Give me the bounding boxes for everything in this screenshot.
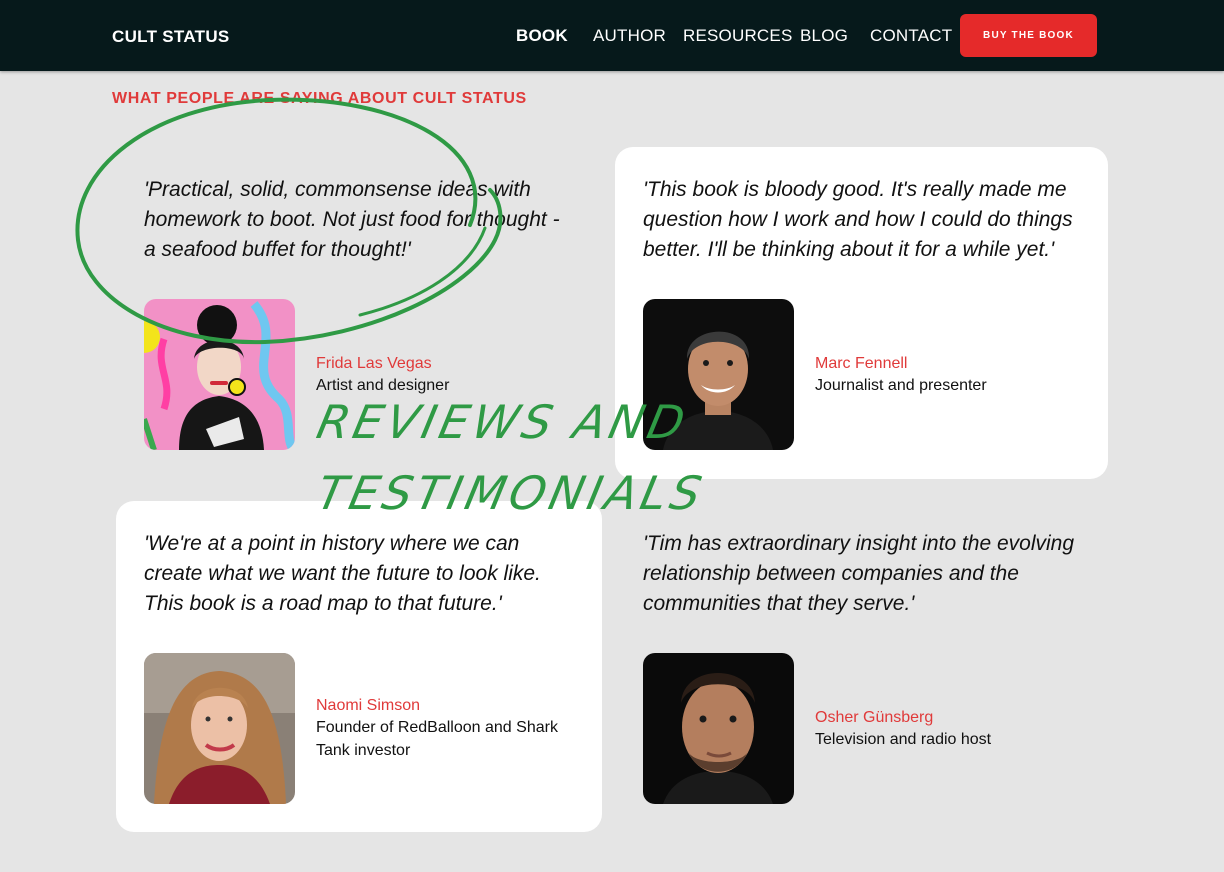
testimonial-name: Marc Fennell [815,355,908,372]
testimonial-quote: 'We're at a point in history where we ca… [144,532,541,615]
testimonial-quote: 'Tim has extraordinary insight into the … [643,532,1075,615]
avatar-frida-las-vegas [144,299,295,450]
nav-link-book[interactable]: BOOK [516,26,568,46]
testimonial-name: Frida Las Vegas [316,355,432,372]
section-title: WHAT PEOPLE ARE SAYING ABOUT CULT STATUS [112,90,527,107]
testimonial-role: Artist and designer [316,377,450,394]
nav-link-contact[interactable]: CONTACT [870,26,952,46]
testimonial-quote: 'Practical, solid, commonsense ideas wit… [144,178,560,261]
avatar-naomi-simson [144,653,295,804]
avatar-osher-gunsberg [643,653,794,804]
top-navigation: CULT STATUS BOOK AUTHOR RESOURCES BLOG C… [0,0,1224,71]
testimonial-card: 'This book is bloody good. It's really m… [615,147,1108,479]
testimonial-card: 'We're at a point in history where we ca… [116,501,602,832]
testimonial-name: Naomi Simson [316,697,421,714]
testimonial-role: Founder of RedBalloon and Shark Tank inv… [316,719,558,759]
testimonial-role: Television and radio host [815,731,992,748]
site-logo[interactable]: CULT STATUS [112,27,230,47]
nav-link-resources[interactable]: RESOURCES [683,26,793,46]
nav-link-blog[interactable]: BLOG [800,26,848,46]
testimonial-role: Journalist and presenter [815,377,987,394]
annotation-text-line1: REVIEWS AND [312,395,694,449]
testimonial-card: 'Tim has extraordinary insight into the … [615,501,1108,832]
nav-link-author[interactable]: AUTHOR [593,26,666,46]
buy-the-book-button[interactable]: BUY THE BOOK [960,14,1097,57]
annotation-text-line2: TESTIMONIALS [312,466,710,520]
testimonial-name: Osher Günsberg [815,709,934,726]
testimonial-quote: 'This book is bloody good. It's really m… [643,178,1073,261]
